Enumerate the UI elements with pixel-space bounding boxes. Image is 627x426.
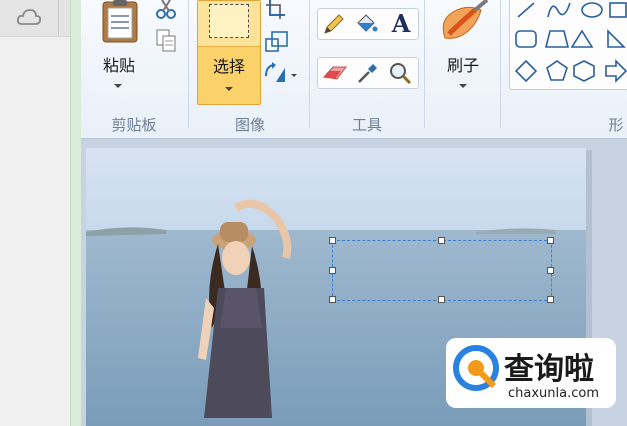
rounded-rect-shape-icon <box>515 30 537 48</box>
chevron-down-icon <box>459 84 467 88</box>
selection-handle[interactable] <box>329 267 336 274</box>
selection-handle[interactable] <box>329 296 336 303</box>
selection-handle[interactable] <box>547 267 554 274</box>
shapes-group-label: 形 <box>608 116 624 134</box>
pentagon-shape-icon <box>546 60 568 81</box>
right-triangle-shape-icon <box>607 29 626 48</box>
tools-row-1: A <box>317 8 419 40</box>
triangle-shape-icon <box>570 29 594 48</box>
group-divider <box>424 0 425 128</box>
image-group-label: 图像 <box>234 116 265 134</box>
shapes-gallery[interactable] <box>509 0 627 90</box>
watermark-badge: 查询啦 chaxunla.com <box>446 338 616 408</box>
magnifier-icon[interactable] <box>388 61 412 85</box>
watermark-domain: chaxunla.com <box>508 386 599 401</box>
tools-group-label: 工具 <box>351 116 382 134</box>
select-button-top <box>198 1 260 47</box>
clipboard-icon <box>102 0 138 43</box>
chevron-down-icon <box>114 84 122 88</box>
oval-shape-icon <box>581 2 603 18</box>
cut-icon[interactable] <box>155 0 177 20</box>
tools-row-2 <box>317 57 419 89</box>
selection-box[interactable] <box>332 240 552 301</box>
paste-label: 粘贴 <box>102 56 135 75</box>
fill-bucket-icon[interactable] <box>354 12 378 36</box>
group-divider <box>309 0 310 128</box>
cloud-icon[interactable] <box>16 7 42 29</box>
crop-icon[interactable] <box>265 0 287 20</box>
shapes-grid <box>514 2 627 83</box>
selection-handle[interactable] <box>438 237 445 244</box>
ribbon: 粘贴 剪贴板 选择 图像 A 工具 刷子 形 <box>81 0 627 139</box>
selection-handle[interactable] <box>547 237 554 244</box>
selection-handle[interactable] <box>438 296 445 303</box>
rectangle-shape-icon <box>609 2 627 18</box>
clipboard-group-label: 剪贴板 <box>111 116 157 134</box>
rotate-icon[interactable] <box>263 60 299 86</box>
eraser-icon[interactable] <box>322 62 348 84</box>
brushes-button[interactable]: 刷子 <box>433 0 493 100</box>
curve-shape-icon <box>547 2 571 18</box>
selection-rect-icon <box>209 4 249 38</box>
resize-icon[interactable] <box>265 30 289 54</box>
color-picker-icon[interactable] <box>356 61 380 85</box>
brushes-label: 刷子 <box>446 56 479 75</box>
chevron-down-icon <box>225 87 233 91</box>
watermark-title: 查询啦 <box>504 352 594 387</box>
paste-button[interactable]: 粘贴 <box>93 0 145 100</box>
polygon-shape-icon <box>544 30 570 48</box>
hexagon-shape-icon <box>573 60 595 82</box>
line-shape-icon <box>517 2 535 18</box>
diamond-shape-icon <box>514 59 538 83</box>
text-tool-icon[interactable]: A <box>388 9 414 39</box>
select-button[interactable]: 选择 <box>197 0 261 105</box>
left-tab-bar <box>0 0 70 37</box>
selection-handle[interactable] <box>547 296 554 303</box>
selection-handle[interactable] <box>329 237 336 244</box>
copy-icon[interactable] <box>155 28 177 54</box>
brush-icon <box>442 0 489 39</box>
pencil-icon[interactable] <box>322 12 346 36</box>
logo-q-icon <box>453 345 499 391</box>
group-divider <box>188 0 189 128</box>
left-panel <box>0 0 70 426</box>
select-label: 选择 <box>212 57 245 76</box>
group-divider <box>500 0 501 128</box>
arrow-shape-icon <box>605 59 627 83</box>
